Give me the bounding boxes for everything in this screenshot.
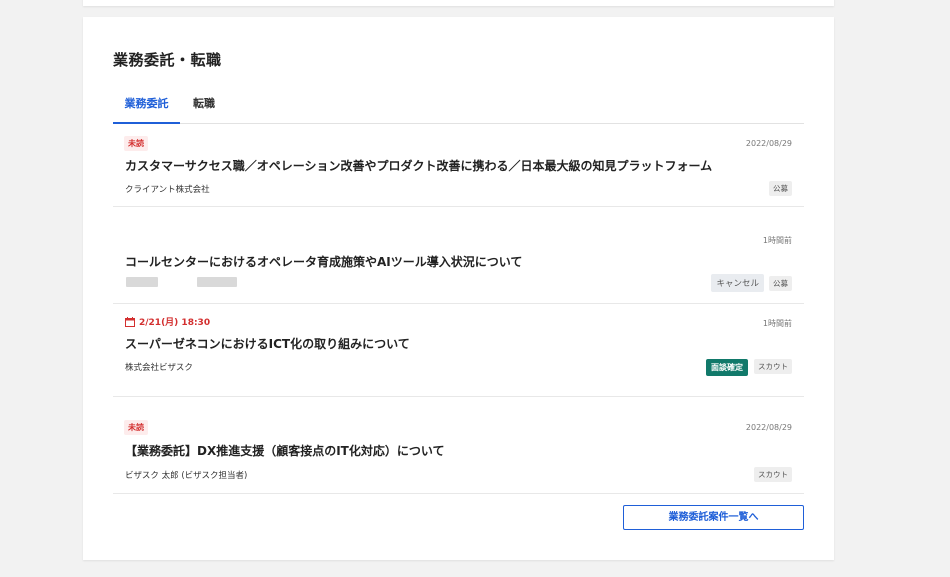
item-company: クライアント株式会社 (125, 185, 210, 195)
redacted-person (197, 277, 237, 287)
item-date: 2022/08/29 (745, 139, 792, 148)
unread-badge: 未読 (124, 420, 148, 435)
item-title[interactable]: 【業務委託】DX推進支援（顧客接点のIT化対応）について (125, 442, 445, 459)
list-item[interactable]: 未読 2022/08/29 【業務委託】DX推進支援（顧客接点のIT化対応）につ… (113, 397, 804, 494)
tab-tenshoku[interactable]: 転職 (193, 95, 215, 122)
section-title: 業務委託・転職 (113, 51, 222, 69)
item-title[interactable]: カスタマーサクセス職／オペレーション改善やプロダクト改善に携わる／日本最大級の知… (125, 157, 712, 174)
list-item[interactable]: 1時間前 コールセンターにおけるオペレータ育成施策やAIツール導入状況について … (113, 207, 804, 304)
tag-public: 公募 (769, 276, 792, 291)
jobs-card: 業務委託・転職 業務委託 転職 未読 2022/08/29 カスタマーサクセス職… (83, 17, 834, 560)
list-item[interactable]: 未読 2022/08/29 カスタマーサクセス職／オペレーション改善やプロダクト… (113, 125, 804, 207)
view-all-button[interactable]: 業務委託案件一覧へ (623, 505, 804, 530)
item-title[interactable]: スーパーゼネコンにおけるICT化の取り組みについて (125, 335, 410, 352)
interview-datetime: 2/21(月) 18:30 (125, 315, 210, 328)
tab-gyomu-itaku[interactable]: 業務委託 (113, 95, 180, 124)
previous-card (83, 0, 834, 6)
tag-cancel: キャンセル (711, 274, 764, 292)
interview-datetime-text: 2/21(月) 18:30 (139, 318, 211, 328)
calendar-icon (125, 316, 135, 327)
tab-bar: 業務委託 転職 (113, 89, 804, 124)
tag-scout: スカウト (754, 467, 792, 482)
item-company: ビザスク 太郎 (ビザスク担当者) (125, 471, 248, 481)
item-title[interactable]: コールセンターにおけるオペレータ育成施策やAIツール導入状況について (125, 253, 522, 270)
redacted-company (126, 277, 158, 287)
item-company: 株式会社ビザスク (125, 363, 193, 373)
list-item[interactable]: 2/21(月) 18:30 1時間前 スーパーゼネコンにおけるICT化の取り組み… (113, 304, 804, 397)
tag-public: 公募 (769, 181, 792, 196)
tag-scout: スカウト (754, 359, 792, 374)
unread-badge: 未読 (124, 136, 148, 151)
item-date: 2022/08/29 (745, 423, 792, 432)
item-date: 1時間前 (762, 236, 792, 245)
item-date: 1時間前 (762, 319, 792, 328)
tag-confirmed: 面談確定 (706, 359, 748, 376)
